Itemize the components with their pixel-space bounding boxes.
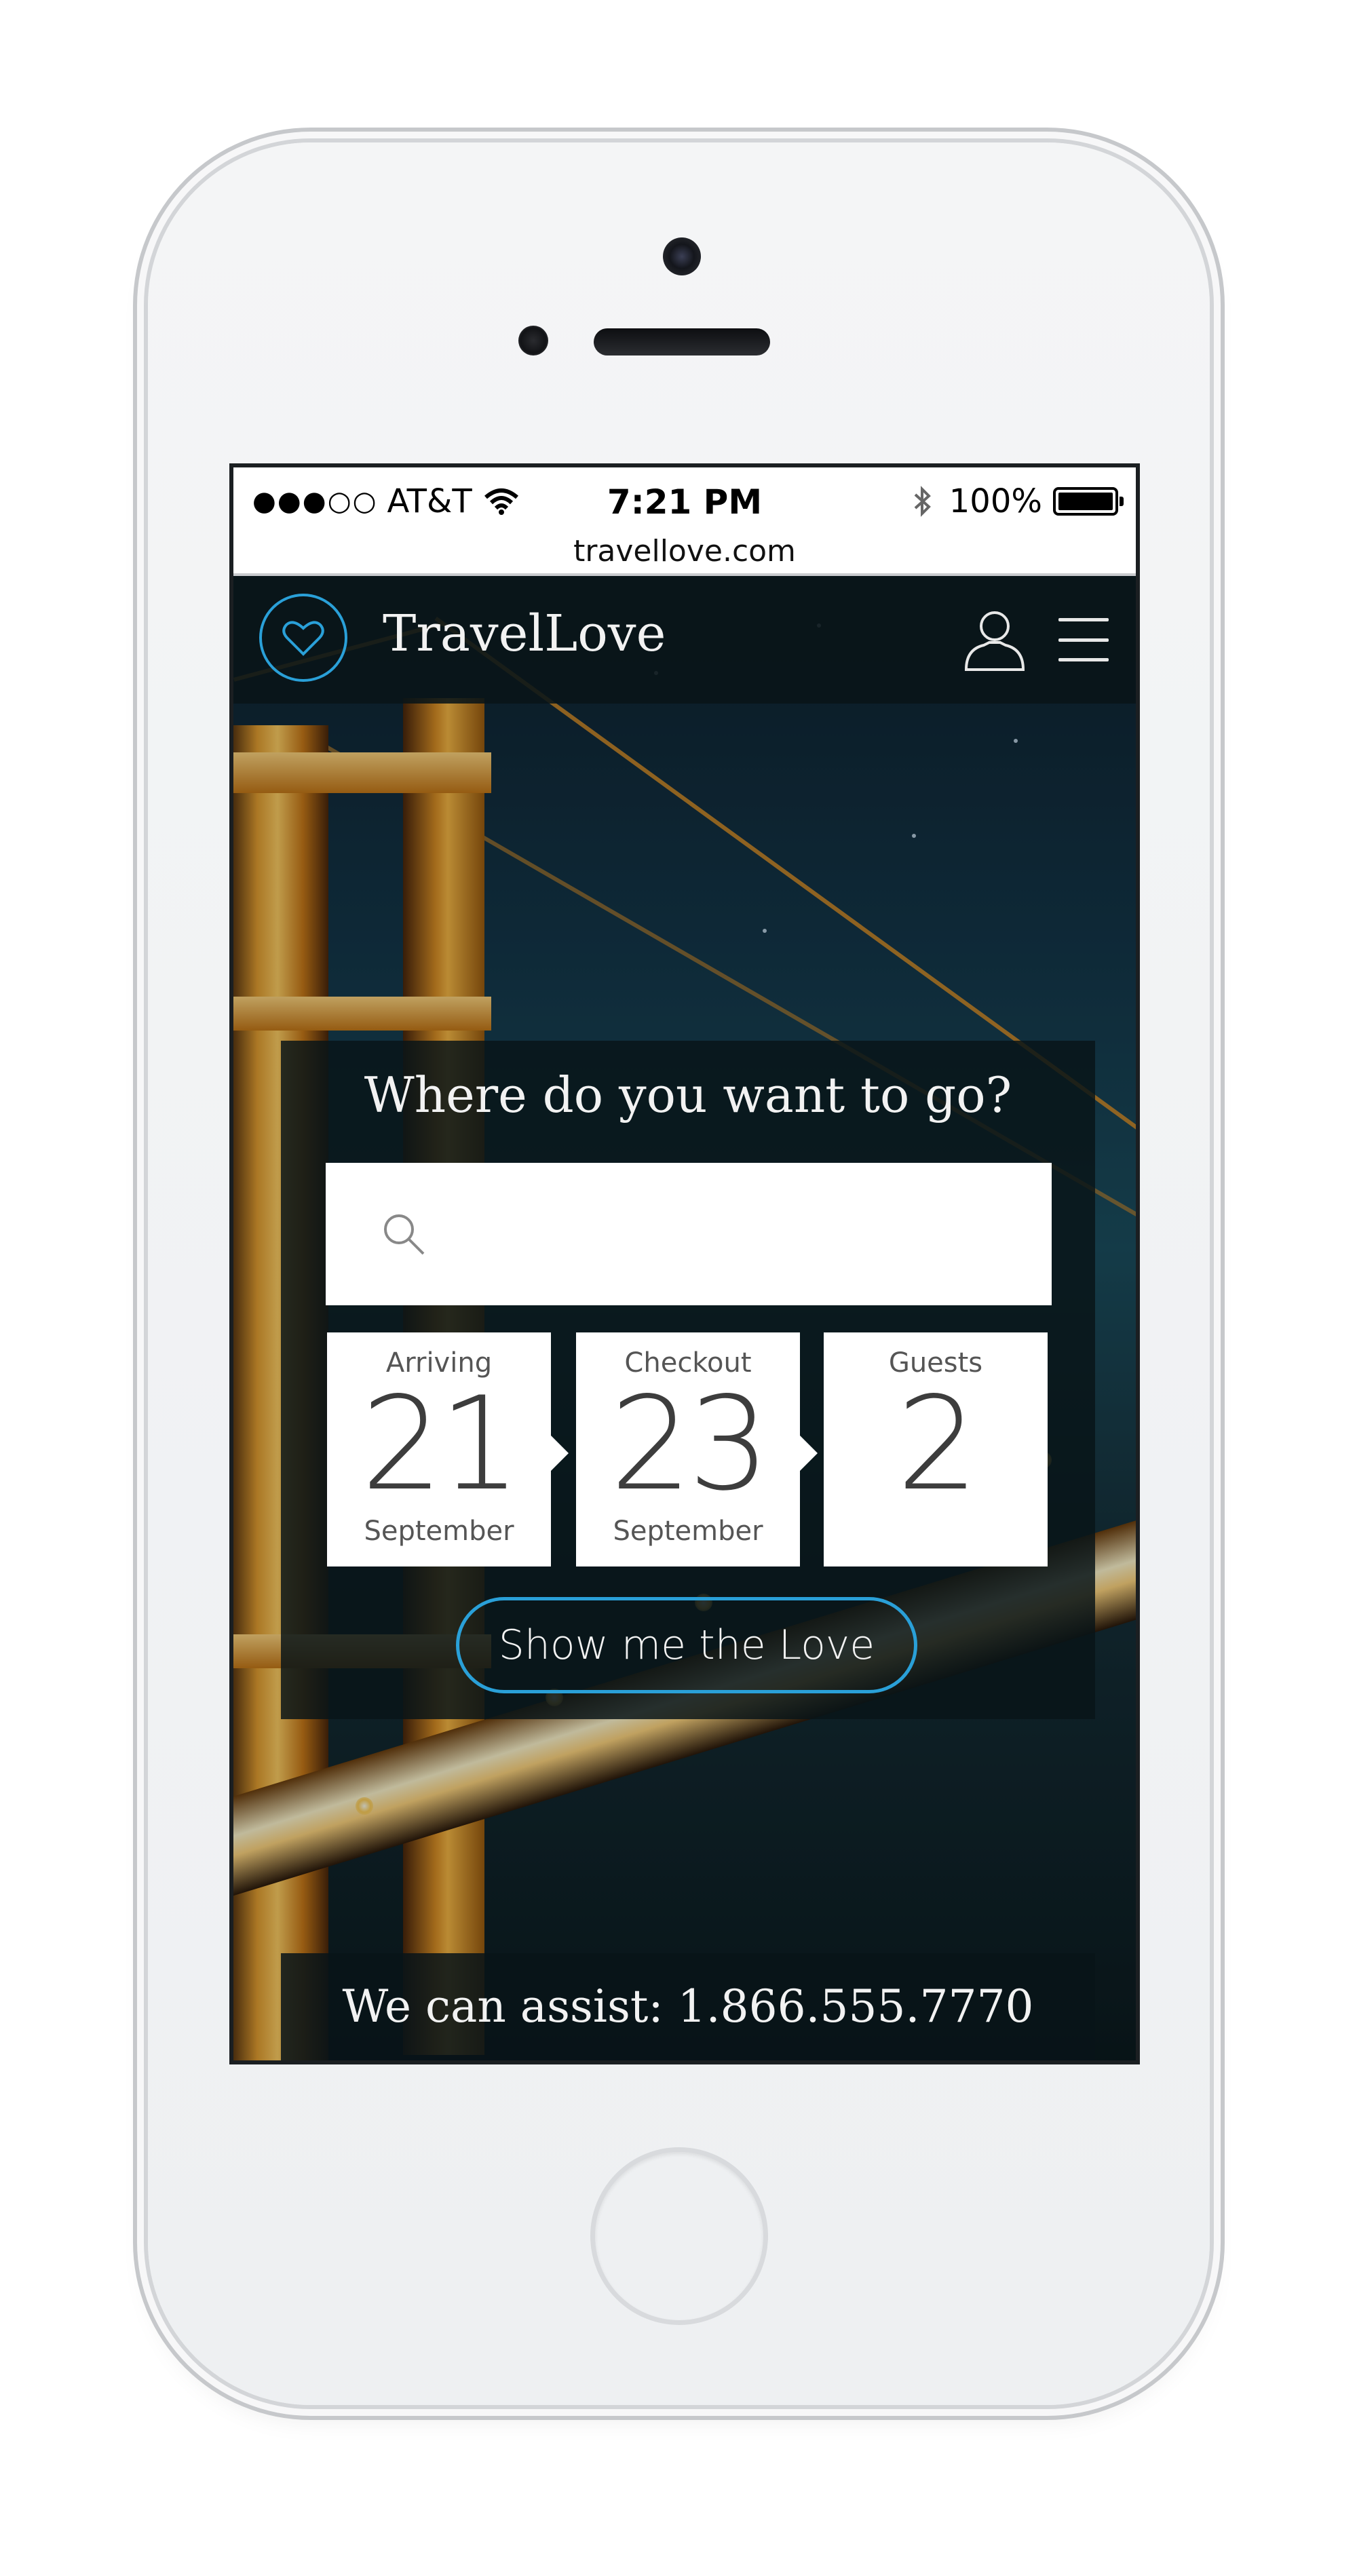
search-input[interactable] — [326, 1163, 1052, 1305]
checkout-month: September — [613, 1516, 763, 1547]
brand-name[interactable]: TravelLove — [383, 604, 666, 663]
status-bar: ●●●○○ AT&T 7:21 PM 100% travellove.com — [233, 467, 1136, 576]
user-icon[interactable] — [962, 607, 1027, 672]
bluetooth-icon — [914, 486, 931, 517]
arrow-right-icon — [800, 1436, 818, 1471]
checkout-date-picker[interactable]: Checkout 23 September — [576, 1332, 800, 1566]
battery-level — [1058, 493, 1113, 510]
front-camera — [663, 237, 701, 275]
heart-icon — [282, 621, 324, 656]
home-button[interactable] — [590, 2147, 768, 2325]
show-me-the-love-button[interactable]: Show me the Love — [456, 1597, 917, 1693]
checkout-day: 23 — [610, 1369, 770, 1519]
search-title: Where do you want to go? — [364, 1066, 1012, 1123]
arrow-right-icon — [551, 1436, 569, 1471]
search-panel: Where do you want to go? Arriving 21 Sep… — [281, 1041, 1095, 1719]
assist-phone-number[interactable]: We can assist: 1.866.555.7770 — [281, 1980, 1095, 2033]
url-bar[interactable]: travellove.com — [233, 534, 1136, 569]
arriving-day: 21 — [361, 1369, 521, 1519]
menu-line — [1058, 658, 1109, 661]
logo[interactable] — [259, 594, 347, 682]
arriving-date-picker[interactable]: Arriving 21 September — [327, 1332, 551, 1566]
navbar: TravelLove — [233, 576, 1136, 704]
search-icon — [384, 1214, 425, 1255]
status-right: 100% — [913, 482, 1124, 520]
battery-icon — [1053, 487, 1124, 516]
guests-count: 2 — [896, 1369, 979, 1519]
battery-percent: 100% — [949, 482, 1042, 520]
assist-bar: We can assist: 1.866.555.7770 — [281, 1953, 1095, 2060]
proximity-sensor — [518, 326, 548, 355]
guests-picker[interactable]: Guests 2 — [824, 1332, 1048, 1566]
hamburger-menu-icon[interactable] — [1058, 618, 1109, 661]
phone-screen: ●●●○○ AT&T 7:21 PM 100% travellove.com T… — [229, 463, 1140, 2064]
earpiece-speaker — [594, 328, 770, 355]
menu-line — [1058, 638, 1109, 642]
arriving-month: September — [364, 1516, 514, 1547]
menu-line — [1058, 618, 1109, 621]
